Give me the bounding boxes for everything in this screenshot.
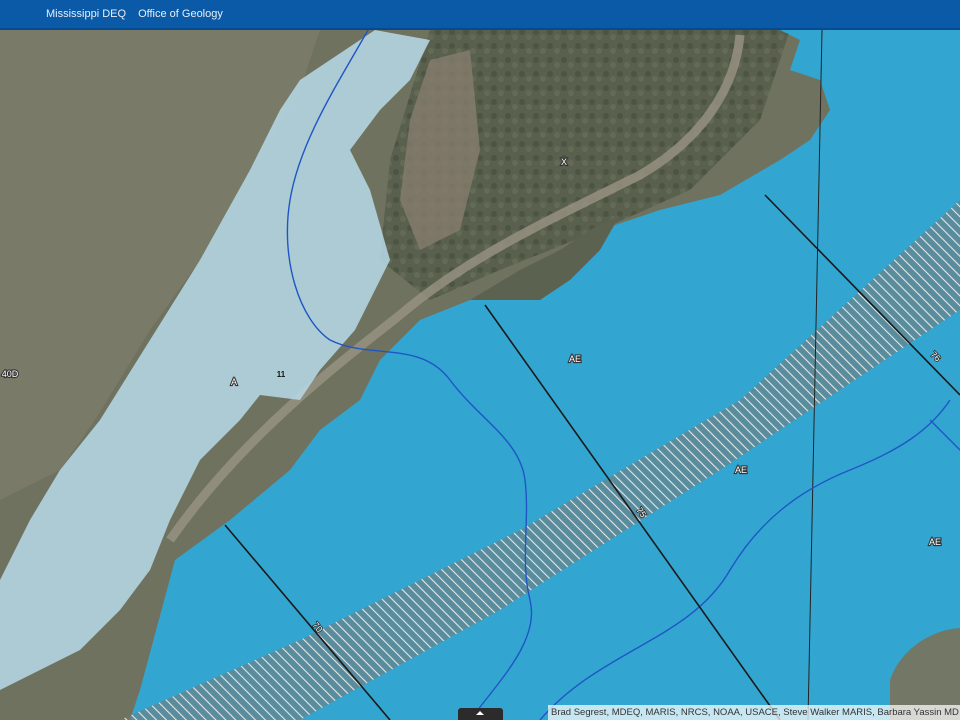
map-attribution: Brad Segrest, MDEQ, MARIS, NRCS, NOAA, U… <box>548 705 960 720</box>
map-app: Mississippi DEQ Office of Geology X AE A… <box>0 0 960 720</box>
zone-label-ae-right: AE <box>929 537 941 547</box>
office-of-geology-link[interactable]: Office of Geology <box>138 8 223 20</box>
left-edge-label: 40D <box>2 369 19 379</box>
zone-label-ae-center: AE <box>569 354 581 364</box>
caret-up-icon <box>476 711 484 715</box>
map-view[interactable]: X AE AE AE A 11 40D 70 75 76 <box>0 30 960 720</box>
zone-label-a: A <box>231 377 237 387</box>
attribution-expand-button[interactable] <box>458 708 503 720</box>
contour-label: 11 <box>277 370 286 379</box>
zone-label-x: X <box>561 157 567 167</box>
app-header: Mississippi DEQ Office of Geology <box>0 0 960 30</box>
zone-label-ae-band: AE <box>735 465 747 475</box>
mississippi-deq-link[interactable]: Mississippi DEQ <box>46 8 126 20</box>
